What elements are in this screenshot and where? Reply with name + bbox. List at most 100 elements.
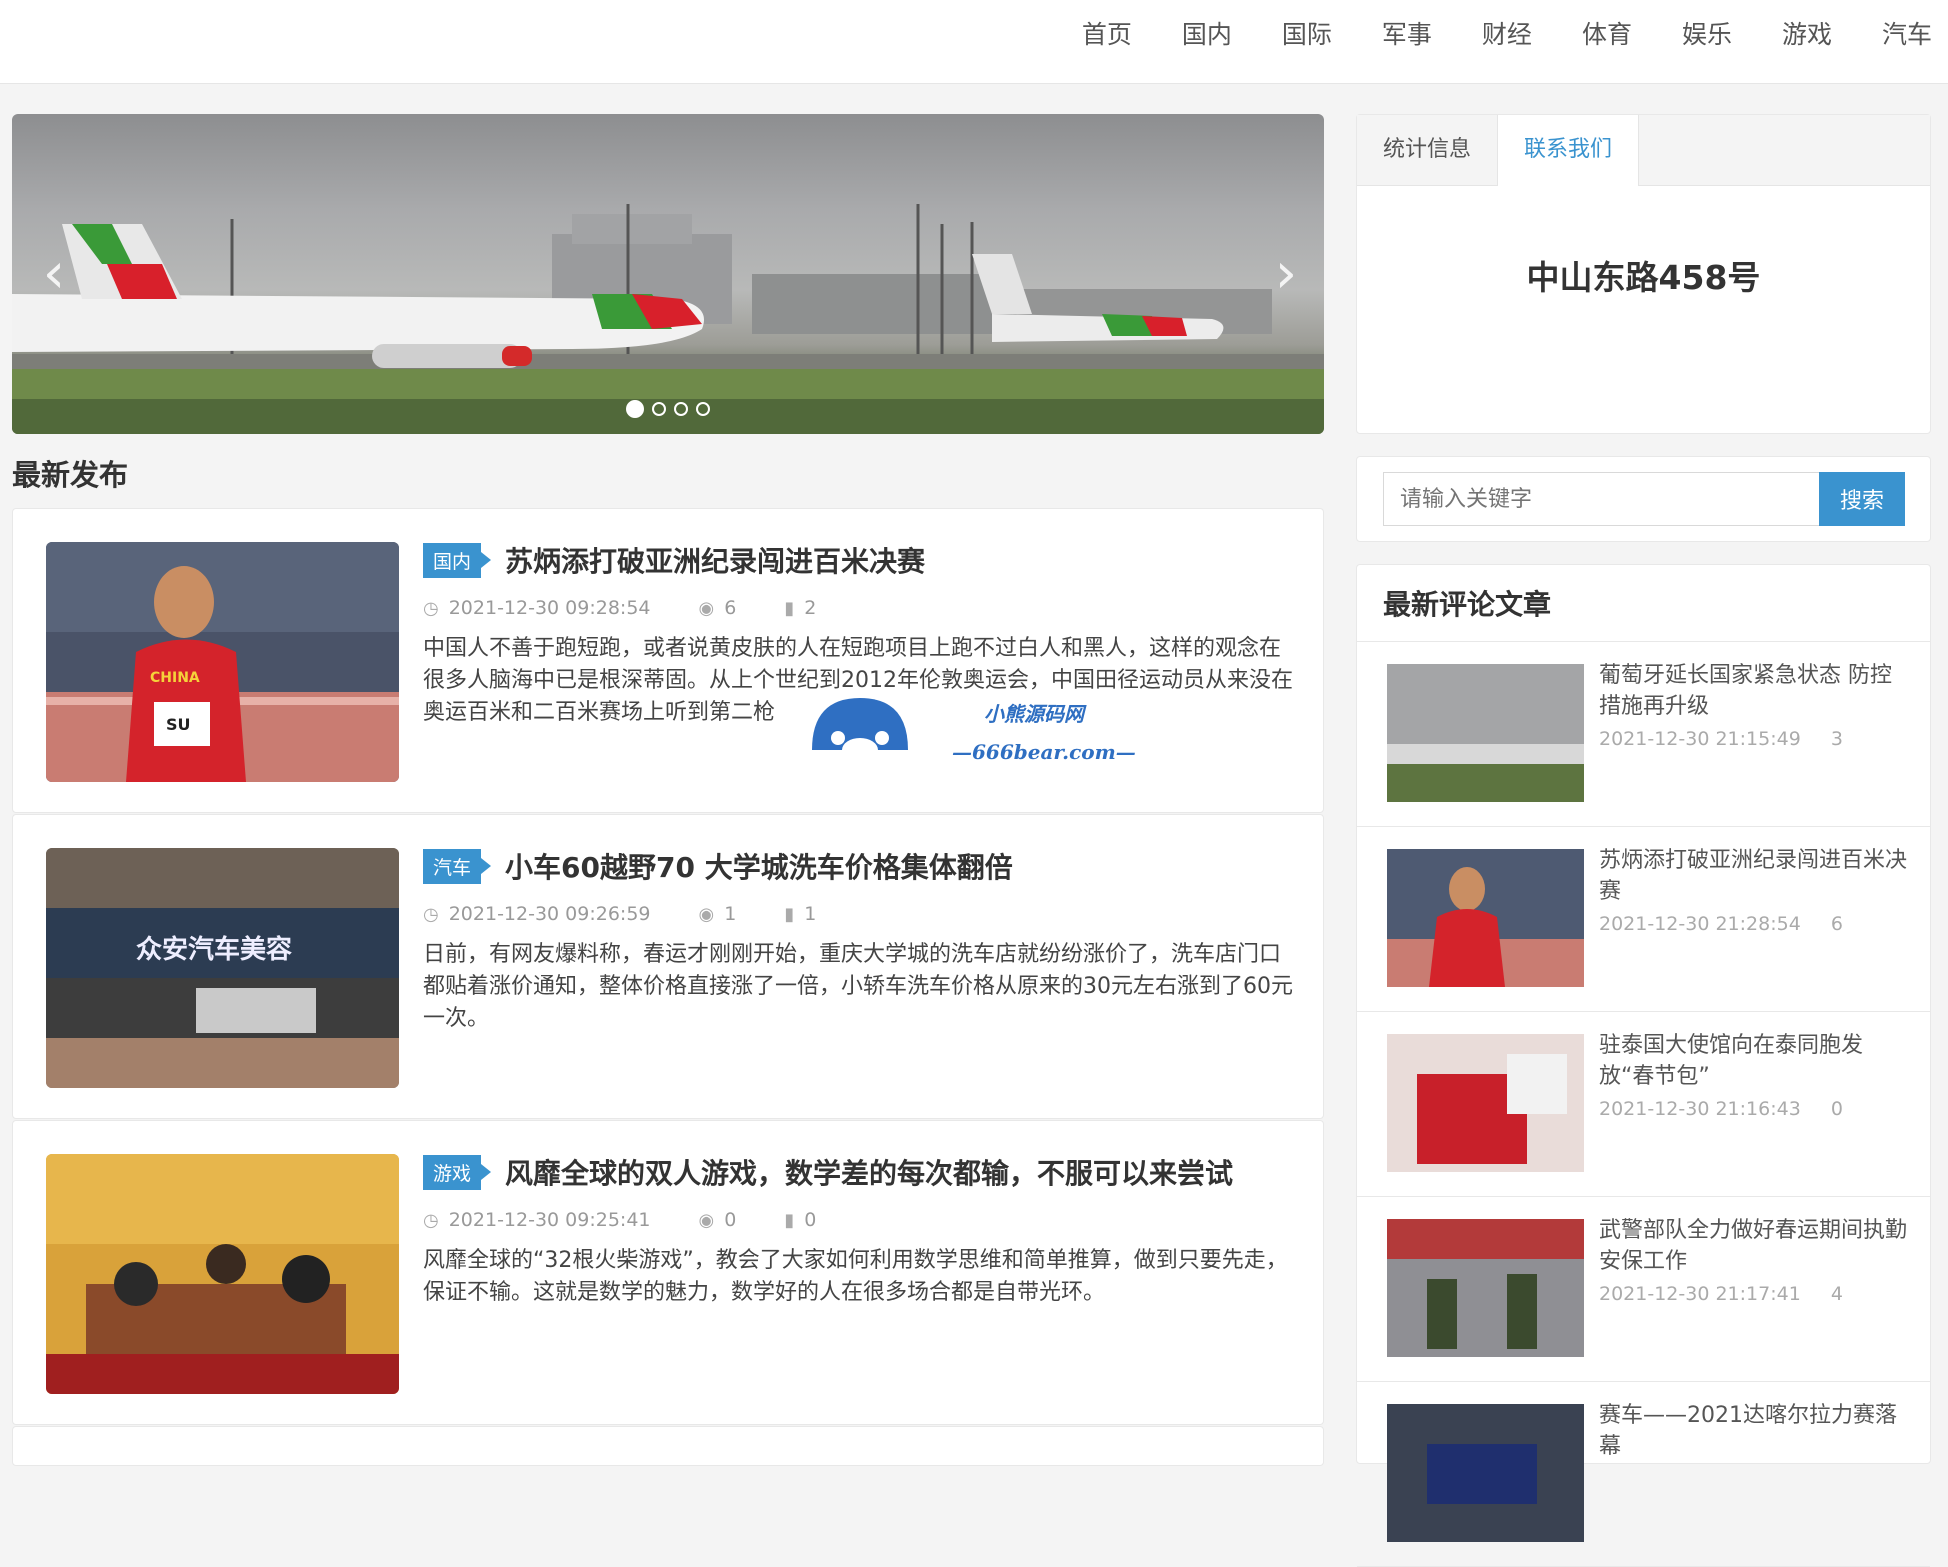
article-date: 2021-12-30 09:25:41 [448, 1209, 651, 1231]
latest-comments-panel: 最新评论文章 葡萄牙延长国家紧急状态 防控措施再升级 2021-12-30 21… [1356, 564, 1931, 1567]
carousel-dots [12, 400, 1324, 418]
image-carousel[interactable]: ‹ › [12, 114, 1324, 434]
comment-article-meta: 2021-12-30 21:15:49 3 [1599, 728, 1912, 750]
comment-count: 0 [804, 1209, 817, 1231]
eye-icon: ◉ [698, 597, 715, 619]
article-item[interactable]: 游戏 风靡全球的双人游戏，数学差的每次都输，不服可以来尝试 ◷ 2021-12-… [12, 1120, 1324, 1425]
category-tag[interactable]: 国内 [423, 542, 492, 578]
clock-icon: ◷ [423, 1209, 439, 1231]
article-thumbnail[interactable]: SU CHINA [46, 542, 399, 782]
top-navbar: 首页 国内 国际 军事 财经 体育 娱乐 游戏 汽车 [0, 0, 1948, 84]
tab-statistics[interactable]: 统计信息 [1357, 115, 1499, 185]
watermark-logo: 小熊源码网 —666bear.com— [808, 690, 1138, 780]
search-button[interactable]: 搜索 [1819, 472, 1905, 526]
comment-article-thumbnail[interactable] [1387, 664, 1584, 802]
list-item[interactable]: 葡萄牙延长国家紧急状态 防控措施再升级 2021-12-30 21:15:49 … [1357, 642, 1930, 827]
nav-item-military[interactable]: 军事 [1382, 15, 1432, 51]
article-summary: 日前，有网友爆料称，春运才刚刚开始，重庆大学城的洗车店就纷纷涨价了，洗车店门口都… [423, 942, 1293, 1031]
list-item[interactable]: 苏炳添打破亚洲纪录闯进百米决赛 2021-12-30 21:28:54 6 [1357, 827, 1930, 1012]
comment-article-meta: 2021-12-30 21:17:41 4 [1599, 1283, 1912, 1305]
view-count: 0 [724, 1209, 737, 1231]
list-item[interactable]: 武警部队全力做好春运期间执勤安保工作 2021-12-30 21:17:41 4 [1357, 1197, 1930, 1382]
carousel-dot-4[interactable] [696, 402, 710, 416]
article-item[interactable]: 众安汽车美容 汽车 小车60越野70 大学城洗车价格集体翻倍 ◷ 2021-12… [12, 814, 1324, 1119]
comment-article-thumbnail[interactable] [1387, 849, 1584, 987]
article-item-partial[interactable] [12, 1426, 1324, 1466]
eye-icon: ◉ [698, 903, 715, 925]
comment-article-views: 4 [1830, 1283, 1843, 1305]
article-summary: 风靡全球的“32根火柴游戏”，教会了大家如何利用数学思维和简单推算，做到只要先走… [423, 1248, 1288, 1305]
svg-text:CHINA: CHINA [150, 670, 200, 686]
comment-article-thumbnail[interactable] [1387, 1034, 1584, 1172]
comment-icon: ▮ [784, 1209, 795, 1231]
comment-article-title[interactable]: 武警部队全力做好春运期间执勤安保工作 [1599, 1215, 1912, 1277]
category-tag[interactable]: 游戏 [423, 1154, 492, 1190]
nav-item-international[interactable]: 国际 [1282, 15, 1332, 51]
contact-address: 中山东路458号 [1526, 258, 1761, 297]
article-meta: ◷ 2021-12-30 09:28:54 ◉ 6 ▮ 2 [423, 597, 1293, 619]
tab-contact[interactable]: 联系我们 [1498, 115, 1640, 186]
svg-text:SU: SU [166, 715, 191, 734]
comment-icon: ▮ [784, 597, 795, 619]
comment-article-thumbnail[interactable] [1387, 1219, 1584, 1357]
comment-article-views: 3 [1830, 728, 1843, 750]
comment-article-title[interactable]: 驻泰国大使馆向在泰同胞发放“春节包” [1599, 1030, 1912, 1092]
carousel-dot-1[interactable] [626, 400, 644, 418]
main-nav: 首页 国内 国际 军事 财经 体育 娱乐 游戏 汽车 [1032, 0, 1932, 66]
article-thumbnail[interactable]: 众安汽车美容 [46, 848, 399, 1088]
section-title-latest: 最新发布 [12, 458, 129, 492]
comment-count: 1 [804, 903, 817, 925]
comment-article-meta: 2021-12-30 21:28:54 6 [1599, 913, 1912, 935]
nav-item-finance[interactable]: 财经 [1482, 15, 1532, 51]
comment-article-date: 2021-12-30 21:15:49 [1599, 728, 1801, 750]
article-title[interactable]: 风靡全球的双人游戏，数学差的每次都输，不服可以来尝试 [505, 1152, 1233, 1192]
article-list: SU CHINA 国内 苏炳添打破亚洲纪录闯进百米决赛 ◷ 2021-12-30… [12, 508, 1324, 1467]
eye-icon: ◉ [698, 1209, 715, 1231]
comment-article-date: 2021-12-30 21:16:43 [1599, 1098, 1801, 1120]
nav-item-sports[interactable]: 体育 [1582, 15, 1632, 51]
article-title[interactable]: 小车60越野70 大学城洗车价格集体翻倍 [505, 846, 1013, 886]
watermark-line2: —666bear.com— [952, 740, 1136, 764]
watermark-line1: 小熊源码网 [984, 702, 1084, 726]
search-input[interactable] [1383, 472, 1819, 526]
comment-article-title[interactable]: 葡萄牙延长国家紧急状态 防控措施再升级 [1599, 660, 1912, 722]
carousel-prev-button[interactable]: ‹ [34, 244, 74, 304]
info-tabs-panel: 统计信息 联系我们 中山东路458号 [1356, 114, 1931, 434]
carousel-dot-3[interactable] [674, 402, 688, 416]
nav-item-auto[interactable]: 汽车 [1882, 15, 1932, 51]
category-tag[interactable]: 汽车 [423, 848, 492, 884]
carousel-dot-2[interactable] [652, 402, 666, 416]
nav-item-entertainment[interactable]: 娱乐 [1682, 15, 1732, 51]
tab-bar: 统计信息 联系我们 [1357, 115, 1930, 186]
comments-panel-title: 最新评论文章 [1357, 565, 1930, 642]
article-thumbnail[interactable] [46, 1154, 399, 1394]
article-title[interactable]: 苏炳添打破亚洲纪录闯进百米决赛 [505, 540, 925, 580]
article-date: 2021-12-30 09:28:54 [448, 597, 651, 619]
svg-text:众安汽车美容: 众安汽车美容 [136, 934, 292, 965]
nav-item-games[interactable]: 游戏 [1782, 15, 1832, 51]
comment-article-thumbnail[interactable] [1387, 1404, 1584, 1542]
carousel-image-airport [12, 204, 1324, 434]
comment-icon: ▮ [784, 903, 795, 925]
nav-item-domestic[interactable]: 国内 [1182, 15, 1232, 51]
comment-article-title[interactable]: 赛车——2021达喀尔拉力赛落幕 [1599, 1400, 1912, 1462]
article-body: 汽车 小车60越野70 大学城洗车价格集体翻倍 ◷ 2021-12-30 09:… [423, 847, 1293, 1035]
comment-count: 2 [804, 597, 817, 619]
comment-article-date: 2021-12-30 21:17:41 [1599, 1283, 1801, 1305]
list-item[interactable]: 赛车——2021达喀尔拉力赛落幕 [1357, 1382, 1930, 1567]
nav-item-home[interactable]: 首页 [1082, 15, 1132, 51]
comment-article-views: 6 [1830, 913, 1843, 935]
clock-icon: ◷ [423, 597, 439, 619]
carousel-next-button[interactable]: › [1266, 244, 1306, 304]
article-meta: ◷ 2021-12-30 09:26:59 ◉ 1 ▮ 1 [423, 903, 1293, 925]
view-count: 1 [724, 903, 737, 925]
comment-article-title[interactable]: 苏炳添打破亚洲纪录闯进百米决赛 [1599, 845, 1912, 907]
list-item[interactable]: 驻泰国大使馆向在泰同胞发放“春节包” 2021-12-30 21:16:43 0 [1357, 1012, 1930, 1197]
comment-article-views: 0 [1830, 1098, 1843, 1120]
article-meta: ◷ 2021-12-30 09:25:41 ◉ 0 ▮ 0 [423, 1209, 1293, 1231]
clock-icon: ◷ [423, 903, 439, 925]
article-body: 游戏 风靡全球的双人游戏，数学差的每次都输，不服可以来尝试 ◷ 2021-12-… [423, 1153, 1293, 1309]
view-count: 6 [724, 597, 737, 619]
comment-article-meta: 2021-12-30 21:16:43 0 [1599, 1098, 1912, 1120]
article-date: 2021-12-30 09:26:59 [448, 903, 651, 925]
